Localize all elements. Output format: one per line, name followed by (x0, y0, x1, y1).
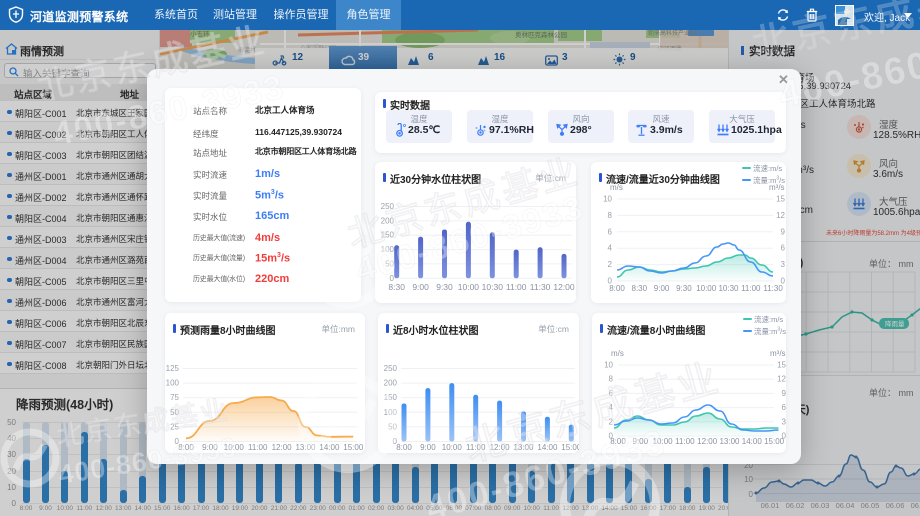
svg-text:11:00: 11:00 (466, 443, 486, 452)
svg-text:8: 8 (609, 375, 614, 384)
svg-text:100: 100 (166, 379, 180, 388)
svg-text:2: 2 (609, 417, 614, 426)
svg-text:75: 75 (170, 393, 179, 402)
svg-text:4: 4 (608, 244, 613, 253)
svg-text:6: 6 (609, 389, 614, 398)
svg-text:8: 8 (608, 211, 613, 220)
svg-text:9:30: 9:30 (676, 284, 692, 293)
svg-text:11:00: 11:00 (675, 437, 695, 446)
svg-text:9: 9 (782, 389, 786, 398)
svg-text:3: 3 (781, 260, 786, 269)
svg-text:6: 6 (608, 227, 613, 236)
svg-text:125: 125 (166, 364, 180, 373)
svg-text:13:00: 13:00 (295, 443, 316, 452)
svg-text:m/s: m/s (610, 183, 623, 192)
svg-text:25: 25 (170, 422, 179, 431)
svg-text:10: 10 (604, 361, 613, 370)
svg-text:8:00: 8:00 (609, 284, 625, 293)
svg-text:12: 12 (777, 375, 786, 384)
svg-text:10:30: 10:30 (482, 282, 504, 292)
svg-text:200: 200 (381, 216, 395, 225)
svg-text:9:00: 9:00 (633, 437, 649, 446)
svg-text:9:00: 9:00 (420, 443, 436, 452)
svg-text:9:00: 9:00 (412, 282, 429, 292)
svg-text:15:00: 15:00 (561, 443, 579, 452)
svg-text:9:30: 9:30 (436, 282, 453, 292)
svg-text:11:30: 11:30 (530, 282, 551, 292)
svg-text:14:00: 14:00 (742, 437, 763, 446)
svg-text:9:00: 9:00 (654, 284, 670, 293)
svg-text:11:00: 11:00 (248, 443, 268, 452)
svg-text:13:00: 13:00 (513, 443, 534, 452)
svg-text:100: 100 (384, 408, 398, 417)
svg-text:50: 50 (388, 422, 397, 431)
svg-text:2: 2 (608, 260, 613, 269)
svg-text:10:00: 10:00 (458, 282, 480, 292)
svg-text:m³/s: m³/s (770, 349, 786, 358)
svg-text:12:00: 12:00 (490, 443, 511, 452)
svg-text:14:00: 14:00 (537, 443, 558, 452)
svg-text:8:00: 8:00 (610, 437, 626, 446)
svg-text:11:00: 11:00 (741, 284, 761, 293)
svg-text:9: 9 (781, 227, 786, 236)
svg-text:10:30: 10:30 (718, 284, 739, 293)
svg-text:12: 12 (776, 211, 785, 220)
svg-text:12:00: 12:00 (553, 282, 575, 292)
svg-text:10: 10 (603, 195, 612, 204)
svg-text:50: 50 (170, 408, 179, 417)
svg-text:m/s: m/s (611, 349, 624, 358)
svg-text:8:30: 8:30 (632, 284, 648, 293)
svg-text:8:00: 8:00 (396, 443, 412, 452)
svg-text:3: 3 (782, 417, 786, 426)
svg-text:10:00: 10:00 (224, 443, 245, 452)
svg-text:6: 6 (782, 403, 786, 412)
svg-text:15:00: 15:00 (343, 443, 364, 452)
svg-text:9:00: 9:00 (202, 443, 218, 452)
svg-text:11:00: 11:00 (506, 282, 527, 292)
svg-text:8:00: 8:00 (178, 443, 194, 452)
svg-text:8:30: 8:30 (388, 282, 405, 292)
svg-text:12:00: 12:00 (697, 437, 718, 446)
svg-text:14:00: 14:00 (319, 443, 340, 452)
svg-text:10:00: 10:00 (696, 284, 717, 293)
svg-text:12:00: 12:00 (272, 443, 293, 452)
svg-text:10:00: 10:00 (442, 443, 463, 452)
svg-text:m³/s: m³/s (769, 183, 785, 192)
svg-text:6: 6 (781, 244, 786, 253)
svg-text:150: 150 (384, 393, 398, 402)
svg-text:250: 250 (384, 364, 398, 373)
svg-text:200: 200 (384, 379, 398, 388)
svg-text:50: 50 (385, 259, 394, 268)
svg-text:250: 250 (381, 202, 395, 211)
svg-text:150: 150 (381, 231, 395, 240)
svg-text:10:00: 10:00 (653, 437, 674, 446)
svg-text:15: 15 (777, 361, 786, 370)
svg-text:15: 15 (776, 195, 785, 204)
svg-text:100: 100 (381, 245, 395, 254)
svg-text:15:00: 15:00 (764, 437, 785, 446)
svg-text:13:00: 13:00 (719, 437, 740, 446)
svg-text:4: 4 (609, 403, 614, 412)
svg-text:11:30: 11:30 (763, 284, 783, 293)
